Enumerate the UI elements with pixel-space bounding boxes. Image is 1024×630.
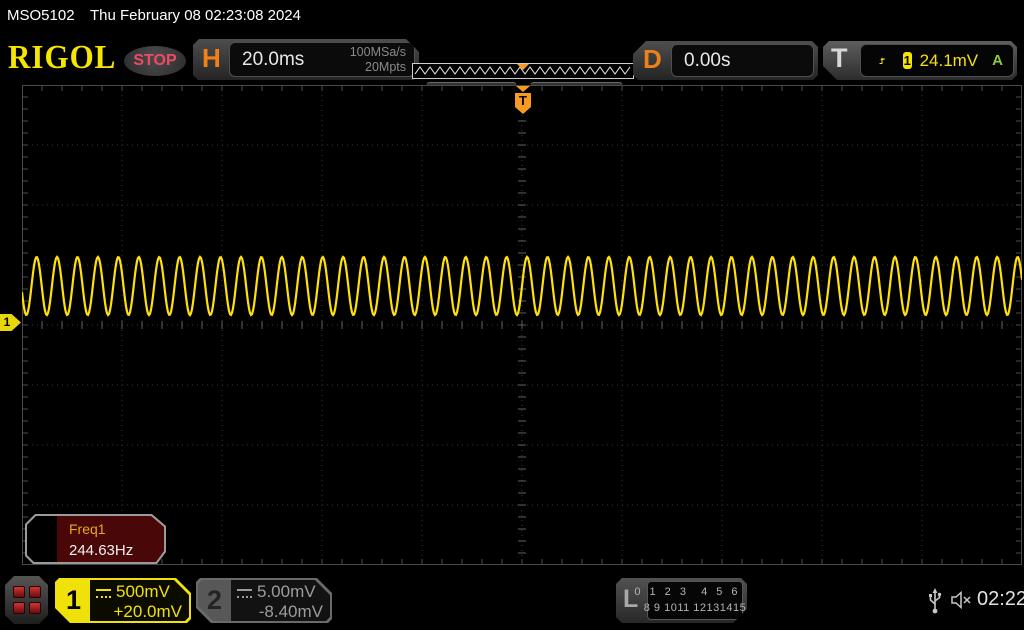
delay-label: D — [643, 44, 662, 74]
timebase-value: 20.0ms — [242, 48, 305, 70]
delay-inset: 0.00s — [671, 44, 814, 77]
menu-grid-icon — [29, 586, 41, 598]
speaker-muted-icon — [951, 590, 971, 610]
menu-grid-icon — [13, 602, 25, 614]
trigger-inset: 1 24.1mV A — [860, 44, 1014, 77]
channel1-position-marker[interactable]: 1 — [0, 314, 21, 331]
datetime-text: Thu February 08 02:23:08 2024 — [90, 7, 301, 24]
channel1-inner: 1 500mV +20.0mV — [57, 580, 189, 621]
menu-grid-icon — [13, 586, 25, 598]
digital-channel-numbers: 0 1 2 3 4 5 6 7 8 9 1011 12131415 — [647, 581, 743, 620]
trigger-position-marker: T — [515, 86, 531, 114]
trigger-mode: A — [992, 52, 1003, 69]
rigol-logo: RIGOL — [8, 37, 117, 76]
channel1-scale: 500mV — [116, 582, 170, 601]
rising-edge-icon — [879, 53, 887, 69]
channel2-block[interactable]: 2 5.00mV -8.40mV — [196, 578, 332, 623]
graticule-and-waveform: T — [20, 85, 1024, 565]
dc-coupling-icon — [237, 589, 252, 598]
sample-rate: 100MSa/s — [349, 45, 406, 60]
trigger-source-badge: 1 — [903, 53, 911, 68]
waveform-display-area[interactable]: T — [20, 85, 1024, 565]
digital-row-0-7: 0 1 2 3 4 5 6 7 — [634, 585, 756, 598]
dc-coupling-icon — [96, 589, 111, 598]
delay-value: 0.00s — [684, 49, 731, 71]
channel2-scale: 5.00mV — [257, 582, 316, 601]
top-status-bar: MSO5102 Thu February 08 02:23:08 2024 — [0, 0, 1024, 30]
channel1-offset: +20.0mV — [113, 602, 182, 622]
channel1-settings: 500mV +20.0mV — [90, 580, 189, 621]
measurement-result-box[interactable]: Freq1 244.63Hz — [25, 514, 166, 564]
channel2-settings: 5.00mV -8.40mV — [231, 580, 330, 621]
preview-trigger-position-icon — [517, 64, 529, 70]
measurement-name: Freq1 — [69, 521, 106, 537]
measurement-value: 244.63Hz — [69, 542, 134, 559]
digital-row-8-15: 8 9 1011 12131415 — [643, 601, 747, 614]
run-state-badge: STOP — [124, 46, 186, 76]
channel1-number: 1 — [57, 580, 90, 621]
menu-button[interactable] — [5, 576, 48, 624]
channel2-offset: -8.40mV — [258, 602, 323, 622]
menu-grid-icon — [29, 602, 41, 614]
clock-time: 02:22 — [977, 588, 1024, 610]
model-name: MSO5102 — [7, 7, 75, 24]
digital-channels-block[interactable]: L 0 1 2 3 4 5 6 7 8 9 1011 12131415 — [616, 578, 747, 623]
trigger-level-value: 24.1mV — [919, 50, 979, 70]
trigger-label: T — [831, 43, 848, 73]
measurement-inner: Freq1 244.63Hz — [27, 516, 164, 562]
delay-block[interactable]: D 0.00s — [633, 41, 818, 80]
horizontal-settings-block[interactable]: H 20.0ms 100MSa/s 20Mpts — [193, 39, 419, 80]
acquisition-rates: 100MSa/s 20Mpts — [350, 45, 406, 74]
trigger-block[interactable]: T 1 24.1mV A — [823, 41, 1017, 80]
svg-text:T: T — [519, 93, 527, 108]
waveform-preview-strip[interactable] — [412, 63, 634, 79]
horizontal-inset: 20.0ms 100MSa/s 20Mpts — [229, 42, 415, 77]
memory-depth: 20Mpts — [365, 59, 406, 74]
header-bar: RIGOL STOP H 20.0ms 100MSa/s 20Mpts Meas… — [0, 30, 1024, 109]
horizontal-label: H — [202, 43, 221, 73]
channel1-block[interactable]: 1 500mV +20.0mV — [55, 578, 191, 623]
channel2-number: 2 — [198, 580, 231, 621]
usb-icon — [929, 588, 942, 614]
channel2-inner: 2 5.00mV -8.40mV — [198, 580, 330, 621]
